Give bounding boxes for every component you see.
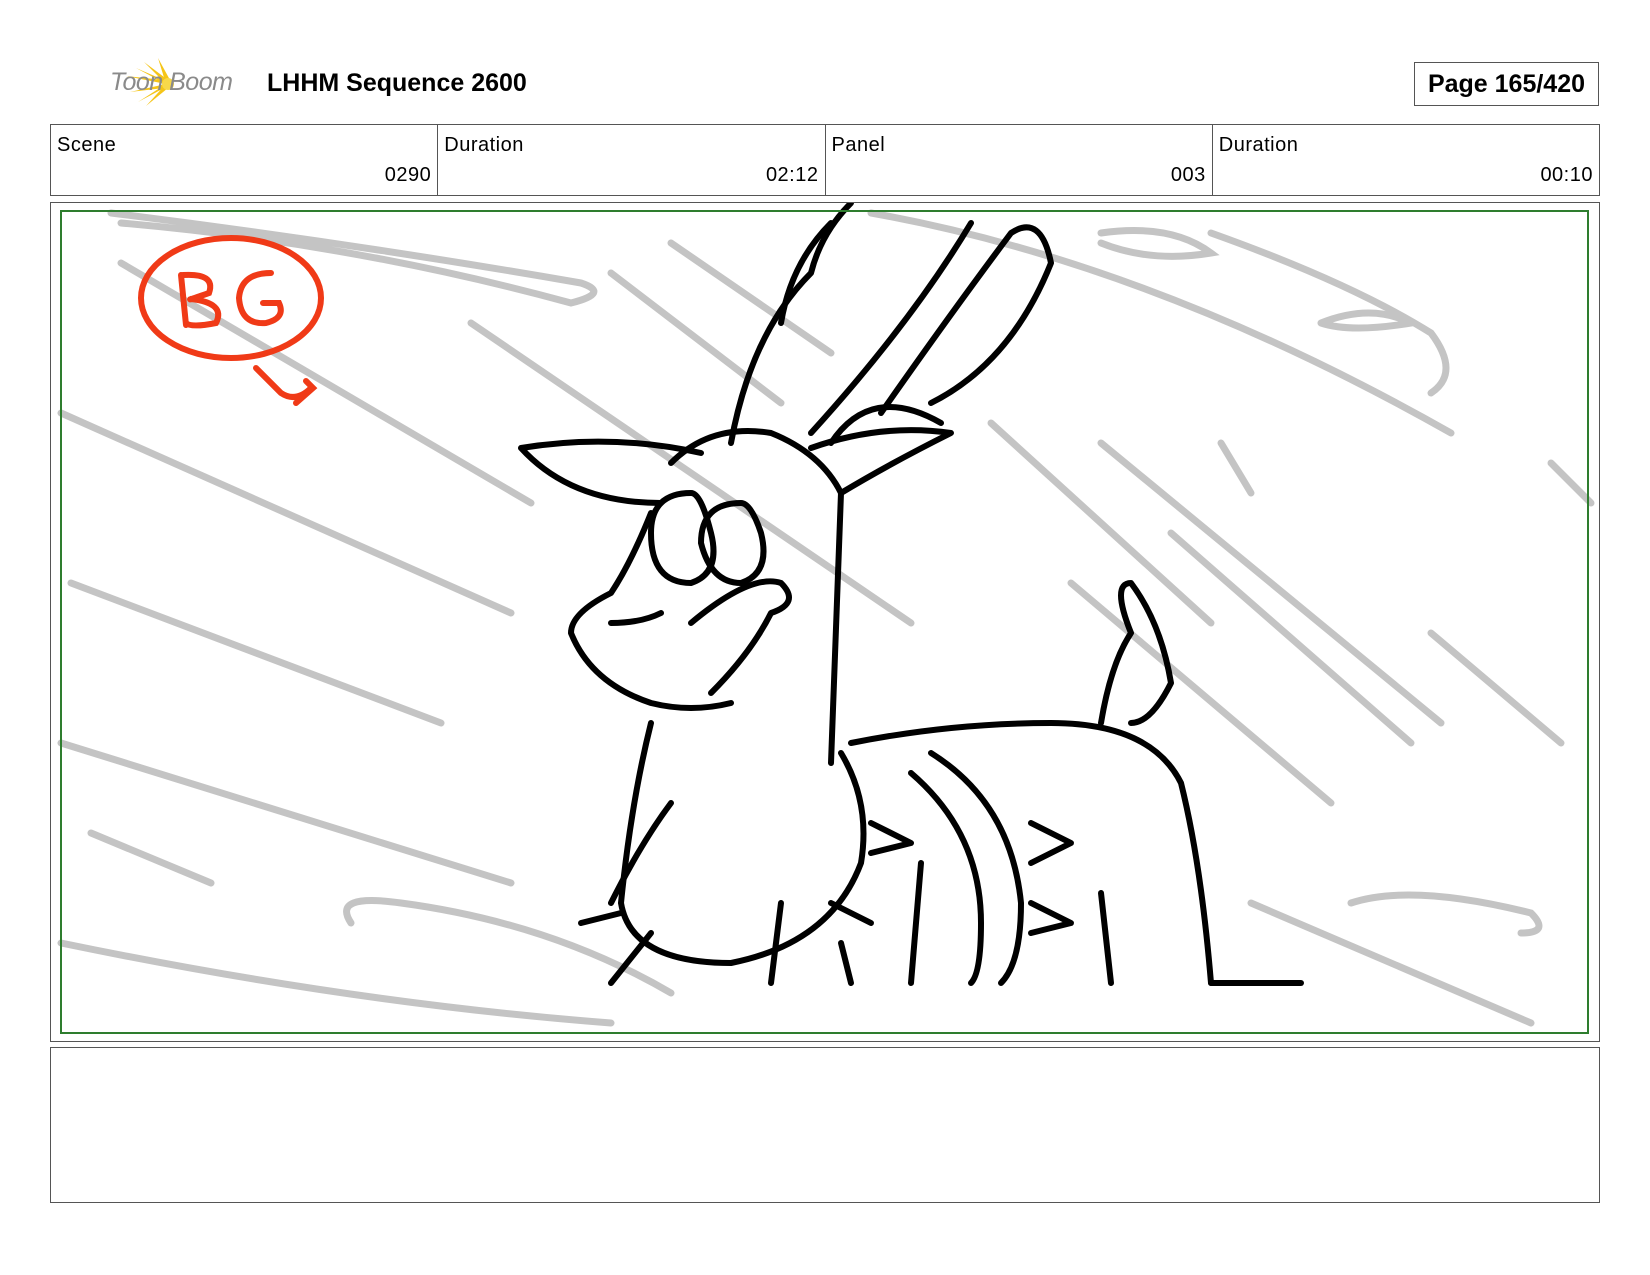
- page-number: Page 165/420: [1414, 62, 1599, 106]
- scene-duration-label: Duration: [444, 134, 524, 156]
- deer-character-sketch: [518, 203, 1304, 986]
- storyboard-panel: BG: [50, 202, 1600, 1042]
- panel-cell: Panel 003: [826, 125, 1213, 195]
- panel-duration-cell: Duration 00:10: [1213, 125, 1599, 195]
- scene-duration-cell: Duration 02:12: [438, 125, 826, 195]
- scene-duration-value: 02:12: [765, 164, 819, 186]
- bg-annotation: [138, 235, 324, 406]
- caption-box[interactable]: [50, 1047, 1600, 1203]
- panel-value: 003: [1170, 164, 1206, 186]
- scene-cell: Scene 0290: [51, 125, 439, 195]
- scene-value: 0290: [384, 164, 432, 186]
- panel-drawing: BG: [57, 203, 1595, 1034]
- scene-info-table: Scene 0290 Duration 02:12 Panel 003 Dura…: [50, 124, 1600, 196]
- sequence-title: LHHM Sequence 2600: [267, 69, 527, 97]
- panel-duration-label: Duration: [1218, 134, 1299, 156]
- panel-label: Panel: [831, 134, 886, 156]
- panel-duration-value: 00:10: [1540, 164, 1593, 186]
- scene-label: Scene: [57, 134, 117, 156]
- safe-frame: [60, 210, 1589, 1034]
- background-speed-lines: [57, 209, 1595, 1027]
- logo-text: Toon Boom: [110, 68, 233, 96]
